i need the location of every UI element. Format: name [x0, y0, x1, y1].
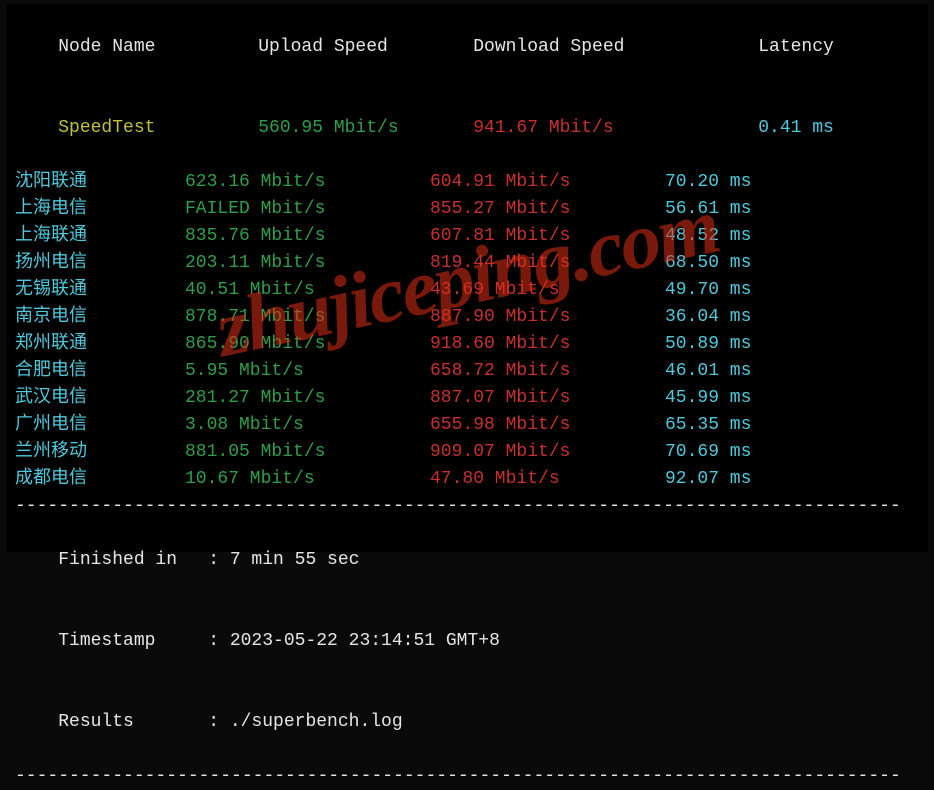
download-cell: 887.07 Mbit/s [430, 385, 665, 412]
speed-table-body: 沈阳联通623.16 Mbit/s604.91 Mbit/s70.20 ms上海… [15, 169, 919, 493]
node-cell: 无锡联通 [15, 277, 185, 304]
speedtest-name: SpeedTest [58, 115, 228, 142]
table-row: 无锡联通40.51 Mbit/s43.69 Mbit/s49.70 ms [15, 277, 919, 304]
table-header: Node NameUpload SpeedDownload SpeedLaten… [15, 7, 919, 88]
upload-cell: 623.16 Mbit/s [185, 169, 430, 196]
latency-cell: 68.50 ms [665, 250, 845, 277]
divider: ----------------------------------------… [15, 763, 919, 790]
results-label: Results [58, 709, 208, 736]
node-cell: 上海联通 [15, 223, 185, 250]
node-cell: 扬州电信 [15, 250, 185, 277]
latency-cell: 36.04 ms [665, 304, 845, 331]
node-cell: 合肥电信 [15, 358, 185, 385]
upload-cell: 40.51 Mbit/s [185, 277, 430, 304]
table-row: 郑州联通865.90 Mbit/s918.60 Mbit/s50.89 ms [15, 331, 919, 358]
results-value: ./superbench.log [230, 712, 403, 732]
download-cell: 655.98 Mbit/s [430, 412, 665, 439]
table-row: 成都电信10.67 Mbit/s47.80 Mbit/s92.07 ms [15, 466, 919, 493]
upload-cell: 10.67 Mbit/s [185, 466, 430, 493]
header-upload: Upload Speed [228, 34, 473, 61]
upload-cell: 3.08 Mbit/s [185, 412, 430, 439]
table-row: 南京电信878.71 Mbit/s887.90 Mbit/s36.04 ms [15, 304, 919, 331]
upload-cell: 5.95 Mbit/s [185, 358, 430, 385]
table-row: 扬州电信203.11 Mbit/s819.44 Mbit/s68.50 ms [15, 250, 919, 277]
timestamp-label: Timestamp [58, 628, 208, 655]
speedtest-upload: 560.95 Mbit/s [228, 115, 473, 142]
speedtest-row: SpeedTest560.95 Mbit/s941.67 Mbit/s0.41 … [15, 88, 919, 169]
finished-colon: : [208, 550, 230, 570]
table-row: 武汉电信281.27 Mbit/s887.07 Mbit/s45.99 ms [15, 385, 919, 412]
latency-cell: 49.70 ms [665, 277, 845, 304]
finished-label: Finished in [58, 547, 208, 574]
download-cell: 604.91 Mbit/s [430, 169, 665, 196]
upload-cell: FAILED Mbit/s [185, 196, 430, 223]
table-row: 上海电信FAILED Mbit/s855.27 Mbit/s56.61 ms [15, 196, 919, 223]
node-cell: 兰州移动 [15, 439, 185, 466]
upload-cell: 881.05 Mbit/s [185, 439, 430, 466]
latency-cell: 45.99 ms [665, 385, 845, 412]
latency-cell: 50.89 ms [665, 331, 845, 358]
speedtest-latency: 0.41 ms [708, 115, 888, 142]
node-cell: 广州电信 [15, 412, 185, 439]
results-line: Results: ./superbench.log [15, 682, 919, 763]
header-node: Node Name [58, 34, 228, 61]
download-cell: 909.07 Mbit/s [430, 439, 665, 466]
table-row: 合肥电信5.95 Mbit/s658.72 Mbit/s46.01 ms [15, 358, 919, 385]
upload-cell: 835.76 Mbit/s [185, 223, 430, 250]
upload-cell: 878.71 Mbit/s [185, 304, 430, 331]
node-cell: 南京电信 [15, 304, 185, 331]
latency-cell: 70.20 ms [665, 169, 845, 196]
upload-cell: 281.27 Mbit/s [185, 385, 430, 412]
download-cell: 607.81 Mbit/s [430, 223, 665, 250]
download-cell: 47.80 Mbit/s [430, 466, 665, 493]
timestamp-line: Timestamp: 2023-05-22 23:14:51 GMT+8 [15, 601, 919, 682]
finished-value: 7 min 55 sec [230, 550, 360, 570]
latency-cell: 92.07 ms [665, 466, 845, 493]
table-row: 广州电信3.08 Mbit/s655.98 Mbit/s65.35 ms [15, 412, 919, 439]
download-cell: 918.60 Mbit/s [430, 331, 665, 358]
node-cell: 武汉电信 [15, 385, 185, 412]
terminal-window: Node NameUpload SpeedDownload SpeedLaten… [6, 4, 928, 552]
latency-cell: 65.35 ms [665, 412, 845, 439]
latency-cell: 48.52 ms [665, 223, 845, 250]
latency-cell: 46.01 ms [665, 358, 845, 385]
download-cell: 855.27 Mbit/s [430, 196, 665, 223]
finished-line: Finished in: 7 min 55 sec [15, 520, 919, 601]
header-latency: Latency [708, 34, 888, 61]
download-cell: 43.69 Mbit/s [430, 277, 665, 304]
download-cell: 658.72 Mbit/s [430, 358, 665, 385]
upload-cell: 865.90 Mbit/s [185, 331, 430, 358]
download-cell: 819.44 Mbit/s [430, 250, 665, 277]
node-cell: 沈阳联通 [15, 169, 185, 196]
upload-cell: 203.11 Mbit/s [185, 250, 430, 277]
speedtest-download: 941.67 Mbit/s [473, 115, 708, 142]
table-row: 上海联通835.76 Mbit/s607.81 Mbit/s48.52 ms [15, 223, 919, 250]
table-row: 兰州移动881.05 Mbit/s909.07 Mbit/s70.69 ms [15, 439, 919, 466]
latency-cell: 56.61 ms [665, 196, 845, 223]
divider: ----------------------------------------… [15, 493, 919, 520]
timestamp-value: 2023-05-22 23:14:51 GMT+8 [230, 631, 500, 651]
node-cell: 郑州联通 [15, 331, 185, 358]
header-download: Download Speed [473, 34, 708, 61]
node-cell: 成都电信 [15, 466, 185, 493]
results-colon: : [208, 712, 230, 732]
timestamp-colon: : [208, 631, 230, 651]
download-cell: 887.90 Mbit/s [430, 304, 665, 331]
node-cell: 上海电信 [15, 196, 185, 223]
table-row: 沈阳联通623.16 Mbit/s604.91 Mbit/s70.20 ms [15, 169, 919, 196]
latency-cell: 70.69 ms [665, 439, 845, 466]
